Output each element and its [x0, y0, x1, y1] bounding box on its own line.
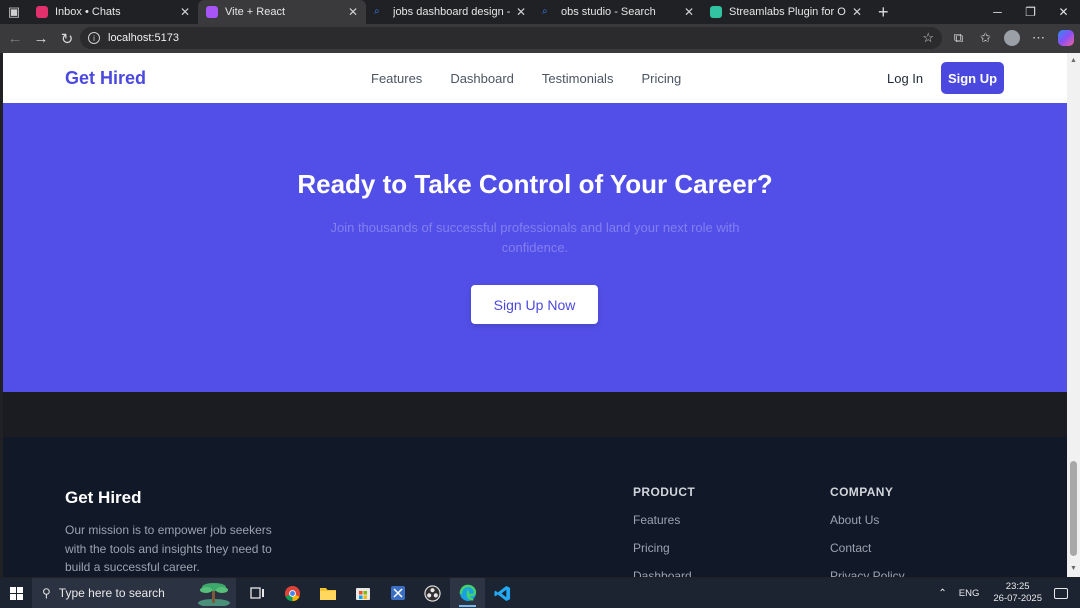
nav-link-features[interactable]: Features	[371, 71, 422, 86]
profile-avatar[interactable]	[1004, 30, 1020, 46]
footer-link-dashboard[interactable]: Dashboard	[633, 569, 695, 577]
vite-icon	[206, 6, 218, 18]
windows-taskbar: ⚲ Type here to search ⌃ ENG 23:25 26-07-…	[0, 578, 1080, 608]
tab-title: Vite + React	[225, 6, 286, 18]
taskbar-clock[interactable]: 23:25 26-07-2025	[993, 581, 1042, 605]
footer-product-heading: PRODUCT	[633, 485, 696, 499]
favorites-icon[interactable]: ✩	[972, 27, 999, 49]
instagram-icon	[36, 6, 48, 18]
close-tab-icon[interactable]: ✕	[516, 5, 526, 19]
windows-logo-icon	[9, 586, 23, 600]
close-tab-icon[interactable]: ✕	[684, 5, 694, 19]
cta-title: Ready to Take Control of Your Career?	[297, 169, 773, 199]
tab-title: Streamlabs Plugin for OBS | Add	[729, 6, 846, 18]
search-icon: ⌕	[542, 6, 548, 17]
edge-icon[interactable]	[450, 578, 485, 608]
section-divider	[3, 392, 1067, 437]
nav-link-dashboard[interactable]: Dashboard	[450, 71, 514, 86]
back-icon[interactable]: ←	[2, 26, 28, 52]
scroll-down-icon[interactable]: ▼	[1070, 565, 1077, 572]
notifications-icon[interactable]	[1054, 587, 1068, 599]
signup-now-button[interactable]: Sign Up Now	[471, 285, 598, 324]
footer-company-heading: COMPANY	[830, 485, 894, 499]
search-icon: ⚲	[42, 586, 51, 600]
scroll-up-icon[interactable]: ▲	[1070, 57, 1077, 64]
active-app-indicator	[459, 605, 476, 607]
close-window-icon[interactable]: ✕	[1047, 0, 1080, 24]
site-logo[interactable]: Get Hired	[65, 68, 146, 89]
taskbar-search[interactable]: ⚲ Type here to search	[32, 578, 236, 608]
tab-streamlabs[interactable]: Streamlabs Plugin for OBS | Add ✕	[702, 0, 870, 24]
tab-inbox[interactable]: Inbox • Chats ✕	[28, 0, 198, 24]
system-tray: ⌃ ENG 23:25 26-07-2025	[938, 578, 1080, 608]
tab-vite-react[interactable]: Vite + React ✕	[198, 0, 366, 24]
copilot-icon[interactable]	[1058, 30, 1074, 46]
taskbar-search-placeholder: Type here to search	[58, 586, 165, 600]
footer-link-features[interactable]: Features	[633, 513, 695, 527]
cta-subtitle: Join thousands of successful professiona…	[330, 220, 740, 255]
close-tab-icon[interactable]: ✕	[348, 5, 358, 19]
footer-link-contact[interactable]: Contact	[830, 541, 905, 555]
clock-date: 26-07-2025	[993, 593, 1042, 604]
footer-link-about[interactable]: About Us	[830, 513, 905, 527]
page-viewport: Get Hired Features Dashboard Testimonial…	[3, 53, 1067, 577]
close-tab-icon[interactable]: ✕	[852, 5, 862, 19]
task-view-icon[interactable]	[240, 578, 275, 608]
tab-title: jobs dashboard design - Search	[393, 6, 510, 18]
refresh-icon[interactable]: ↻	[54, 26, 80, 52]
forward-icon[interactable]: →	[28, 26, 54, 52]
close-tab-icon[interactable]: ✕	[180, 5, 190, 19]
signup-button[interactable]: Sign Up	[941, 62, 1004, 94]
browser-tab-bar: ▣ Inbox • Chats ✕ Vite + React ✕ ⌕ jobs …	[0, 0, 1080, 24]
favorite-star-icon[interactable]: ☆	[922, 30, 934, 46]
login-link[interactable]: Log In	[887, 71, 923, 86]
start-button[interactable]	[0, 578, 32, 608]
site-header: Get Hired Features Dashboard Testimonial…	[3, 53, 1067, 103]
footer-company-column: COMPANY About Us Contact Privacy Policy	[830, 485, 905, 577]
input-language[interactable]: ENG	[959, 588, 980, 599]
search-highlight-tree-icon	[198, 583, 230, 606]
site-footer: Get Hired Our mission is to empower job …	[3, 437, 1067, 577]
footer-link-privacy[interactable]: Privacy Policy	[830, 569, 905, 577]
obs-studio-icon[interactable]	[415, 578, 450, 608]
show-hidden-icons-icon[interactable]: ⌃	[938, 588, 946, 599]
extensions-icon[interactable]: ⧉	[945, 27, 972, 49]
file-explorer-icon[interactable]	[310, 578, 345, 608]
scrollbar-thumb[interactable]	[1070, 461, 1077, 556]
tab-obs-search[interactable]: ⌕ obs studio - Search ✕	[534, 0, 702, 24]
footer-link-pricing[interactable]: Pricing	[633, 541, 695, 555]
minimize-icon[interactable]: ─	[981, 0, 1014, 24]
nav-link-testimonials[interactable]: Testimonials	[542, 71, 614, 86]
nav-link-pricing[interactable]: Pricing	[641, 71, 681, 86]
vscode-icon[interactable]	[485, 578, 520, 608]
more-menu-icon[interactable]: ⋯	[1025, 27, 1052, 49]
streamlabs-icon	[710, 6, 722, 18]
footer-logo: Get Hired	[65, 488, 142, 507]
tab-actions-icon[interactable]: ▣	[0, 0, 28, 24]
browser-toolbar: ← → ↻ i localhost:5173 ☆ ⧉ ✩ ⋯	[0, 24, 1080, 53]
footer-mission: Our mission is to empower job seekers wi…	[65, 523, 272, 574]
tab-title: Inbox • Chats	[55, 6, 121, 18]
main-nav: Features Dashboard Testimonials Pricing	[371, 71, 709, 86]
restore-icon[interactable]: ❐	[1014, 0, 1047, 24]
search-icon: ⌕	[374, 6, 380, 17]
window-controls: ─ ❐ ✕	[981, 0, 1080, 24]
url-text: localhost:5173	[108, 32, 179, 44]
page-scrollbar[interactable]: ▲ ▼	[1067, 53, 1080, 577]
chrome-icon[interactable]	[275, 578, 310, 608]
address-bar[interactable]: i localhost:5173 ☆	[80, 27, 942, 49]
snipping-tool-icon[interactable]	[380, 578, 415, 608]
footer-product-column: PRODUCT Features Pricing Dashboard	[633, 485, 695, 577]
new-tab-icon[interactable]: +	[878, 2, 889, 23]
microsoft-store-icon[interactable]	[345, 578, 380, 608]
cta-section: Ready to Take Control of Your Career? Jo…	[3, 103, 1067, 392]
clock-time: 23:25	[1005, 581, 1030, 592]
tab-title: obs studio - Search	[561, 6, 656, 18]
tab-jobs-search[interactable]: ⌕ jobs dashboard design - Search ✕	[366, 0, 534, 24]
site-info-icon[interactable]: i	[88, 32, 100, 44]
